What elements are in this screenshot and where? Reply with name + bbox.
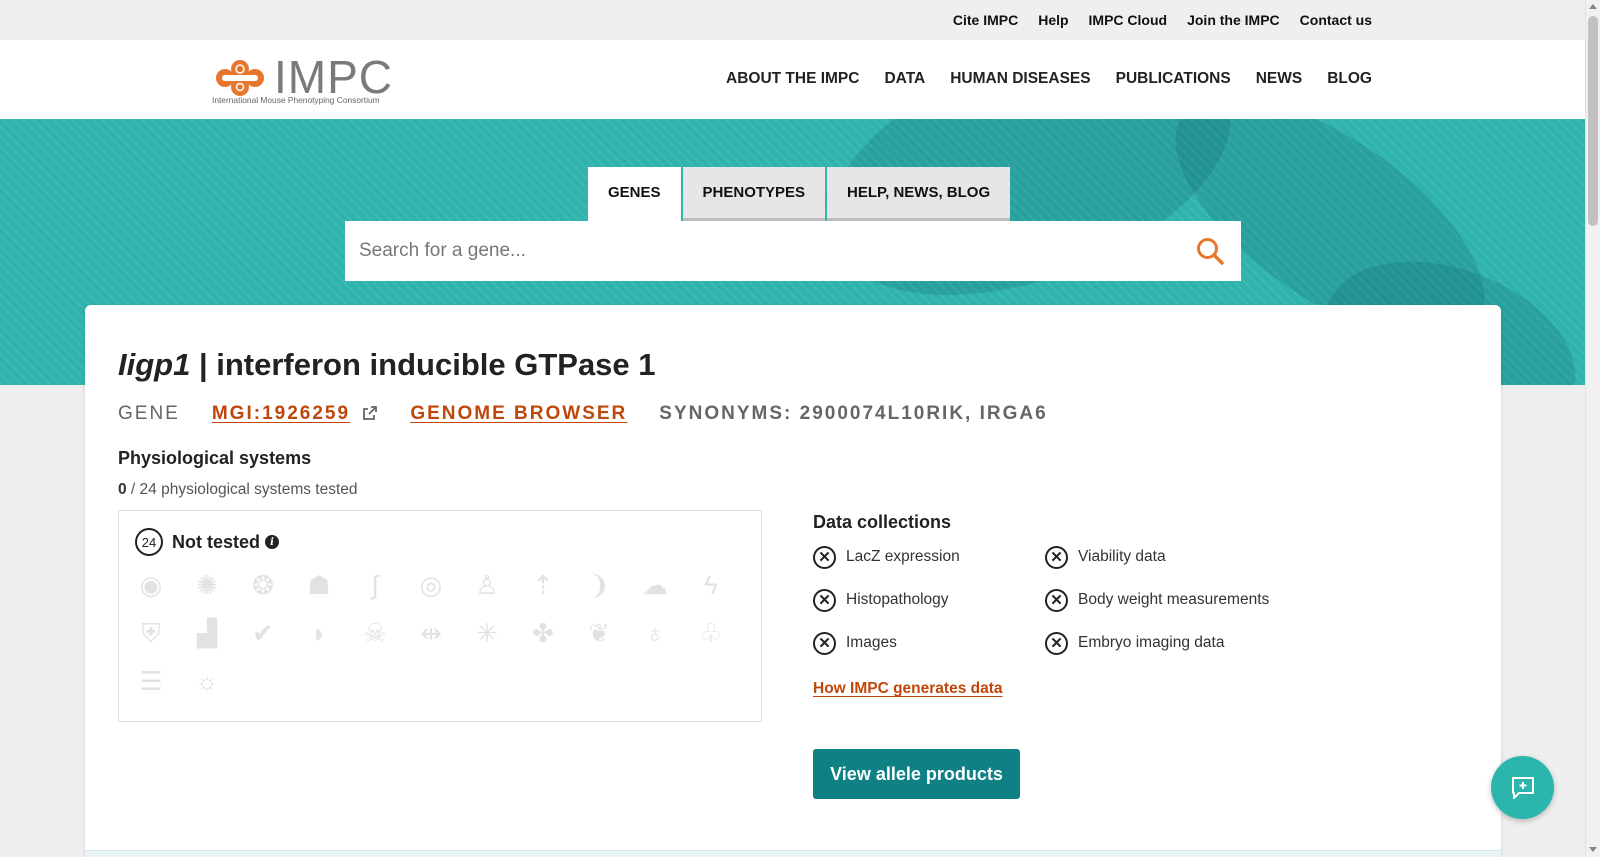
tab-genes[interactable]: GENES bbox=[588, 167, 681, 221]
tab-phenotypes[interactable]: PHENOTYPES bbox=[682, 167, 826, 221]
dc-viability-data: ✕ Viability data bbox=[1045, 545, 1305, 569]
view-allele-products-button[interactable]: View allele products bbox=[813, 749, 1020, 799]
systems-tested-count: 0 / 24 physiological systems tested bbox=[118, 481, 358, 499]
nav-news[interactable]: NEWS bbox=[1256, 70, 1303, 88]
nav-about[interactable]: ABOUT THE IMPC bbox=[726, 70, 859, 88]
mortality-icon[interactable]: ☠ bbox=[359, 619, 391, 647]
growth-icon[interactable]: ⇡ bbox=[527, 571, 559, 599]
tested-number: 0 bbox=[118, 481, 127, 498]
homeostasis-icon[interactable]: ☁ bbox=[639, 571, 671, 599]
data-collections-title: Data collections bbox=[813, 512, 952, 532]
dc-images: ✕ Images bbox=[813, 631, 1045, 655]
adipose-icon[interactable]: ◉ bbox=[135, 571, 167, 599]
title-separator: | bbox=[190, 347, 217, 382]
mgi-link[interactable]: MGI:1926259 bbox=[212, 403, 350, 424]
not-available-icon: ✕ bbox=[1045, 588, 1068, 612]
genome-browser-link[interactable]: GENOME BROWSER bbox=[410, 403, 627, 425]
hand-icon[interactable]: ♙ bbox=[471, 571, 503, 599]
embryo-icon[interactable]: ❂ bbox=[247, 571, 279, 599]
utility-links: Cite IMPC Help IMPC Cloud Join the IMPC … bbox=[953, 12, 1372, 28]
dc-label: Histopathology bbox=[846, 591, 949, 608]
scrollbar-thumb[interactable] bbox=[1588, 16, 1598, 226]
gene-type-label: GENE bbox=[118, 403, 180, 424]
muscle-icon[interactable]: ⇹ bbox=[415, 619, 447, 647]
nav-human-diseases[interactable]: HUMAN DISEASES bbox=[950, 70, 1090, 88]
neoplasm-icon[interactable]: ✳ bbox=[471, 619, 503, 647]
logo-tagline: International Mouse Phenotyping Consorti… bbox=[212, 95, 380, 105]
limbs-icon[interactable]: ✔ bbox=[247, 619, 279, 647]
immune-shield-icon[interactable]: ⛨ bbox=[135, 619, 167, 647]
vision-icon[interactable]: ☼ bbox=[191, 667, 223, 695]
physiological-systems-title: Physiological systems bbox=[118, 448, 312, 468]
info-icon[interactable]: i bbox=[265, 535, 280, 549]
immune-icon[interactable]: ✺ bbox=[191, 571, 223, 599]
renal-icon[interactable]: ❦ bbox=[583, 619, 615, 647]
respiratory-icon[interactable]: ♧ bbox=[695, 619, 727, 647]
gene-title: Iigp1 | interferon inducible GTPase 1 bbox=[118, 347, 656, 383]
dc-body-weight: ✕ Body weight measurements bbox=[1045, 588, 1305, 612]
impc-logo[interactable]: IMPC International Mouse Phenotyping Con… bbox=[212, 51, 392, 108]
systems-panel: 24 Not tested i ◉ ✺ ❂ ☗ ∫ ◎ ♙ ⇡ ❩ ☁ ϟ ⛨ … bbox=[118, 510, 762, 722]
not-tested-count-badge: 24 bbox=[135, 528, 163, 556]
nav-data[interactable]: DATA bbox=[884, 70, 925, 88]
tested-suffix: / 24 physiological systems tested bbox=[126, 481, 358, 498]
not-available-icon: ✕ bbox=[1045, 545, 1068, 569]
skeleton-icon[interactable]: ☰ bbox=[135, 667, 167, 695]
system-icon-grid: ◉ ✺ ❂ ☗ ∫ ◎ ♙ ⇡ ❩ ☁ ϟ ⛨ ▟ ✔ ◗ ☠ ⇹ ✳ ✤ ❦ … bbox=[135, 571, 755, 695]
digestive-icon[interactable]: ∫ bbox=[359, 571, 391, 599]
dc-label: Viability data bbox=[1078, 548, 1166, 565]
pigmentation-icon[interactable]: ✤ bbox=[527, 619, 559, 647]
scroll-down-arrow-icon[interactable] bbox=[1589, 847, 1597, 852]
how-impc-generates-data-link[interactable]: How IMPC generates data bbox=[813, 680, 1003, 698]
search-icon[interactable] bbox=[1195, 236, 1225, 266]
main-nav: ABOUT THE IMPC DATA HUMAN DISEASES PUBLI… bbox=[726, 70, 1372, 88]
data-collections-list: ✕ LacZ expression ✕ Viability data ✕ His… bbox=[813, 545, 1305, 655]
integument-icon[interactable]: ▟ bbox=[191, 619, 223, 647]
help-link[interactable]: Help bbox=[1038, 12, 1068, 28]
mouse-logo-icon bbox=[216, 60, 264, 96]
not-available-icon: ✕ bbox=[813, 545, 836, 569]
page-scrollbar[interactable] bbox=[1585, 0, 1600, 857]
scroll-up-arrow-icon[interactable] bbox=[1589, 4, 1597, 9]
not-available-icon: ✕ bbox=[1045, 631, 1068, 655]
contact-us-link[interactable]: Contact us bbox=[1300, 12, 1372, 28]
chat-icon bbox=[1511, 776, 1534, 799]
gene-symbol: Iigp1 bbox=[118, 347, 191, 382]
gene-card: Iigp1 | interferon inducible GTPase 1 GE… bbox=[85, 305, 1501, 857]
hearing-icon[interactable]: ❩ bbox=[583, 571, 615, 599]
join-impc-link[interactable]: Join the IMPC bbox=[1187, 12, 1280, 28]
dc-label: Images bbox=[846, 634, 897, 651]
site-header: IMPC International Mouse Phenotyping Con… bbox=[0, 40, 1585, 119]
nav-publications[interactable]: PUBLICATIONS bbox=[1116, 70, 1231, 88]
dc-label: Body weight measurements bbox=[1078, 591, 1270, 608]
utility-bar: Cite IMPC Help IMPC Cloud Join the IMPC … bbox=[0, 0, 1585, 40]
dc-label: Embryo imaging data bbox=[1078, 634, 1225, 651]
eye-ball-icon[interactable]: ◎ bbox=[415, 571, 447, 599]
dc-label: LacZ expression bbox=[846, 548, 960, 565]
not-tested-label: Not tested bbox=[172, 531, 261, 552]
nav-blog[interactable]: BLOG bbox=[1327, 70, 1372, 88]
card-next-section bbox=[85, 850, 1501, 857]
dc-lacz-expression: ✕ LacZ expression bbox=[813, 545, 1045, 569]
skull-icon[interactable]: ☗ bbox=[303, 571, 335, 599]
not-tested-header: 24 Not tested i bbox=[135, 528, 280, 556]
tab-help-news-blog[interactable]: HELP, NEWS, BLOG bbox=[827, 167, 1011, 221]
dc-embryo-imaging: ✕ Embryo imaging data bbox=[1045, 631, 1305, 655]
impc-cloud-link[interactable]: IMPC Cloud bbox=[1089, 12, 1168, 28]
search-bar bbox=[345, 221, 1241, 281]
dc-histopathology: ✕ Histopathology bbox=[813, 588, 1045, 612]
cite-impc-link[interactable]: Cite IMPC bbox=[953, 12, 1018, 28]
gene-search-input[interactable] bbox=[345, 221, 1145, 281]
liver-icon[interactable]: ◗ bbox=[303, 619, 335, 647]
gene-synonyms: SYNONYMS: 2900074L10RIK, IRGA6 bbox=[659, 403, 1048, 424]
gene-meta: GENE MGI:1926259 GENOME BROWSER SYNONYMS… bbox=[118, 403, 1048, 425]
search-tabs: GENES PHENOTYPES HELP, NEWS, BLOG bbox=[588, 167, 1011, 221]
reproductive-icon[interactable]: ♁ bbox=[639, 619, 671, 647]
not-available-icon: ✕ bbox=[813, 631, 836, 655]
chat-button[interactable] bbox=[1491, 756, 1554, 819]
external-link-icon bbox=[363, 406, 378, 420]
nervous-icon[interactable]: ϟ bbox=[695, 571, 727, 599]
not-available-icon: ✕ bbox=[813, 588, 836, 612]
gene-name: interferon inducible GTPase 1 bbox=[216, 347, 656, 382]
